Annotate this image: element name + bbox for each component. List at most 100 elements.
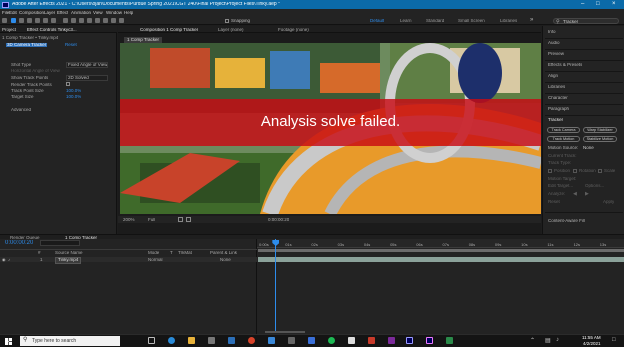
zoom-select[interactable]: 200% <box>123 218 135 223</box>
timeline-search-input[interactable] <box>40 240 80 246</box>
layer-row[interactable]: ◉ ♪ 1 Tinky.mp4 Normal None <box>0 257 257 264</box>
timeline-timecode[interactable]: 0:00:00:20 <box>5 240 33 246</box>
workspace-libraries[interactable]: Libraries <box>500 19 517 24</box>
volume-icon[interactable]: ♪ <box>556 337 559 343</box>
brush-tool-icon[interactable] <box>87 18 92 23</box>
resolution-select[interactable]: Full <box>148 218 155 223</box>
panel-content-aware-fill[interactable]: Content-Aware Fill <box>548 219 585 224</box>
premiere-icon[interactable] <box>426 337 433 344</box>
tab-project[interactable]: Project <box>2 28 16 35</box>
workspace-overflow-icon[interactable]: » <box>530 17 533 23</box>
clone-tool-icon[interactable] <box>95 18 100 23</box>
panel-character[interactable]: Character <box>548 96 568 101</box>
home-icon[interactable] <box>2 18 7 23</box>
audio-icon[interactable]: ♪ <box>8 257 10 262</box>
network-icon[interactable]: ▤ <box>545 337 551 344</box>
layer-parent-select[interactable]: None <box>220 258 231 263</box>
menu-composition[interactable]: Composition <box>19 11 44 16</box>
store-icon[interactable] <box>208 337 215 344</box>
shot-type-select[interactable]: Fixed Angle of View <box>66 62 108 68</box>
menu-animation[interactable]: Animation <box>71 11 91 16</box>
visibility-eye-icon[interactable]: ◉ <box>2 257 6 262</box>
target-size-value[interactable]: 100.0% <box>66 95 81 100</box>
workspace-small-screen[interactable]: Small Screen <box>458 19 485 24</box>
menu-window[interactable]: Window <box>106 11 122 16</box>
workspace-standard[interactable]: Standard <box>426 19 444 24</box>
spotify-icon[interactable] <box>328 337 335 344</box>
help-search-input[interactable]: ⚲ Tracker <box>553 18 619 25</box>
warp-stabilizer-button[interactable]: Warp Stabilizer <box>583 127 617 133</box>
file-explorer-icon[interactable] <box>188 337 195 344</box>
pan-tool-icon[interactable] <box>43 18 48 23</box>
app-icon-red[interactable] <box>368 337 375 344</box>
puppet-tool-icon[interactable] <box>119 18 124 23</box>
panel-libraries[interactable]: Libraries <box>548 85 565 90</box>
workspace-default[interactable]: Default <box>370 19 384 24</box>
region-icon[interactable] <box>178 217 183 222</box>
menu-edit[interactable]: Edit <box>9 11 17 16</box>
work-area-bar[interactable] <box>258 249 624 252</box>
photos-icon[interactable] <box>308 337 315 344</box>
playhead[interactable] <box>275 239 277 331</box>
eraser-tool-icon[interactable] <box>103 18 108 23</box>
layer-name[interactable]: Tinky.mp4 <box>55 257 82 264</box>
after-effects-icon[interactable] <box>406 337 413 344</box>
tab-layer[interactable]: Layer (none) <box>218 28 244 33</box>
reset-link[interactable]: Reset <box>65 43 77 48</box>
app-icon-green[interactable] <box>446 337 453 344</box>
show-track-points-select[interactable]: 2D Solved <box>66 75 108 81</box>
type-tool-icon[interactable] <box>79 18 84 23</box>
snapping-checkbox[interactable] <box>225 18 229 23</box>
dolly-tool-icon[interactable] <box>51 18 56 23</box>
track-motion-button[interactable]: Track Motion <box>547 136 580 142</box>
maximize-icon[interactable]: □ <box>596 1 600 7</box>
selection-tool-icon[interactable] <box>11 18 16 23</box>
mail-icon[interactable] <box>228 337 235 344</box>
advanced-group[interactable]: Advanced <box>11 108 31 113</box>
menu-layer[interactable]: Layer <box>44 11 55 16</box>
roto-tool-icon[interactable] <box>111 18 116 23</box>
notifications-icon[interactable]: □ <box>612 337 616 343</box>
menu-view[interactable]: View <box>93 11 103 16</box>
orbit-tool-icon[interactable] <box>35 18 40 23</box>
tab-composition[interactable]: Composition 1 Comp Tracker <box>140 28 198 33</box>
task-view-icon[interactable] <box>148 337 155 344</box>
taskbar-search-input[interactable]: ⚲ Type here to search <box>20 336 120 346</box>
panel-align[interactable]: Align <box>548 74 558 79</box>
panel-audio[interactable]: Audio <box>548 41 560 46</box>
render-track-points-checkbox[interactable] <box>66 82 70 86</box>
pen-tool-icon[interactable] <box>71 18 76 23</box>
time-ruler[interactable]: 0:00s 01s 02s 03s 04s 05s 06s 07s 08s 09s 10s 11s 12… <box>257 239 624 248</box>
tab-effect-controls[interactable]: Effect Controls Tinkyc3... <box>27 28 77 35</box>
tab-footage[interactable]: Footage (none) <box>278 28 309 33</box>
transparency-grid-icon[interactable] <box>186 217 191 222</box>
onenote-icon[interactable] <box>388 337 395 344</box>
track-point-size-value[interactable]: 100.0% <box>66 89 81 94</box>
taskbar-time[interactable]: 11:55 AM <box>582 336 601 341</box>
menu-effect[interactable]: Effect <box>57 11 68 16</box>
motion-source-select[interactable]: None <box>583 146 594 151</box>
chrome-icon[interactable] <box>248 337 255 344</box>
windows-start-icon[interactable] <box>5 338 12 345</box>
workspace-learn[interactable]: Learn <box>400 19 412 24</box>
hand-tool-icon[interactable] <box>19 18 24 23</box>
rectangle-tool-icon[interactable] <box>63 18 68 23</box>
zoom-tool-icon[interactable] <box>27 18 32 23</box>
app-icon-gray[interactable] <box>288 337 295 344</box>
minimize-icon[interactable]: – <box>581 1 584 7</box>
app-icon-blue[interactable] <box>268 337 275 344</box>
layer-mode-select[interactable]: Normal <box>148 258 163 263</box>
layer-duration-bar[interactable] <box>258 257 624 262</box>
panel-effects-presets[interactable]: Effects & Presets <box>548 63 582 68</box>
close-icon[interactable]: × <box>612 1 616 7</box>
menu-help[interactable]: Help <box>124 11 133 16</box>
app-icon-white[interactable] <box>348 337 355 344</box>
edge-icon[interactable] <box>168 337 175 344</box>
taskbar-date[interactable]: 4/2/2021 <box>583 342 601 347</box>
panel-info[interactable]: Info <box>548 30 556 35</box>
panel-preview[interactable]: Preview <box>548 52 564 57</box>
timeline-zoom-slider[interactable] <box>265 331 305 333</box>
panel-paragraph[interactable]: Paragraph <box>548 107 569 112</box>
tray-chevron-icon[interactable]: ⌃ <box>530 337 535 344</box>
stabilize-motion-button[interactable]: Stabilize Motion <box>583 136 617 142</box>
